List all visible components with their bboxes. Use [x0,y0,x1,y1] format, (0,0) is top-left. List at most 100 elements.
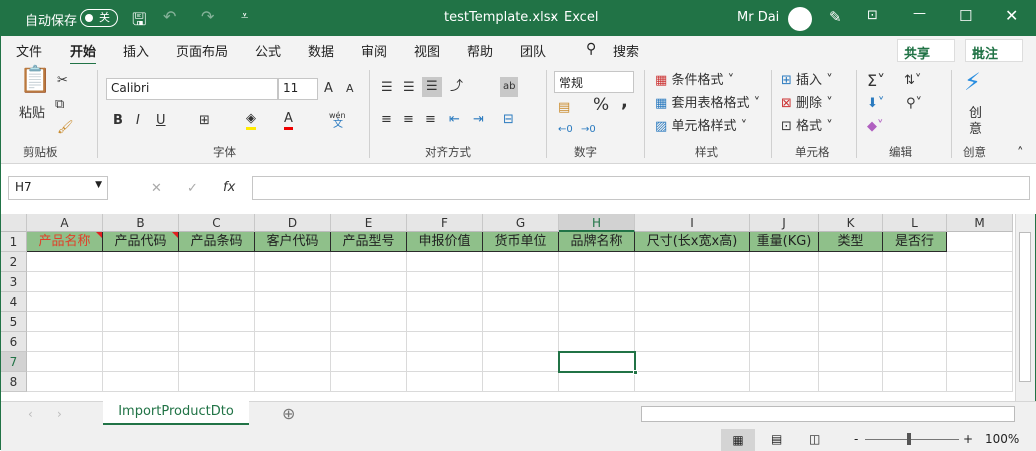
cell[interactable] [635,372,750,392]
name-box[interactable]: H7 ▼ [8,176,108,200]
orientation-icon[interactable]: ⤴ [450,79,463,95]
decrease-indent-icon[interactable]: ⇤ [449,112,460,128]
cancel-icon[interactable]: ✕ [151,181,162,197]
cell[interactable] [27,352,103,372]
cell[interactable] [103,252,179,272]
cell[interactable] [883,372,947,392]
cell[interactable] [407,372,483,392]
row-header[interactable]: 2 [1,252,27,272]
cell[interactable] [27,252,103,272]
page-break-view-icon[interactable]: ◫ [809,432,820,446]
paste-icon[interactable]: 📋 [19,67,51,93]
zoom-slider-thumb[interactable] [907,433,911,445]
cell[interactable] [331,332,407,352]
column-header[interactable]: M [947,214,1013,232]
cell[interactable] [883,292,947,312]
column-header[interactable]: K [819,214,883,232]
add-sheet-icon[interactable]: ⊕ [282,404,295,423]
clear-icon[interactable]: ◆˅ [867,119,884,135]
header-cell[interactable]: 产品名称 [27,232,103,252]
share-button[interactable]: ⇪ 共享 [897,39,955,62]
cell[interactable] [27,372,103,392]
accounting-format-icon[interactable]: ▤ [558,100,570,116]
comment-indicator-icon[interactable] [172,232,178,238]
cell[interactable] [407,312,483,332]
cell[interactable] [255,272,331,292]
header-cell[interactable]: 类型 [819,232,883,252]
cell[interactable] [407,352,483,372]
cell[interactable] [750,352,819,372]
search-label[interactable]: 搜索 [613,41,639,60]
header-cell[interactable]: 产品型号 [331,232,407,252]
cell[interactable] [883,332,947,352]
cell[interactable] [883,272,947,292]
horizontal-scrollbar[interactable] [641,406,1015,422]
fill-color-icon[interactable]: ◈ [246,111,256,130]
cell[interactable] [819,352,883,372]
header-cell[interactable]: 产品条码 [179,232,255,252]
header-cell[interactable]: 尺寸(长x宽x高) [635,232,750,252]
cell[interactable] [407,252,483,272]
zoom-out-button[interactable]: - [854,432,858,446]
cell[interactable] [255,372,331,392]
sheet-tab-importproductdto[interactable]: ImportProductDto [103,401,249,425]
row-header[interactable]: 4 [1,292,27,312]
cell[interactable] [179,252,255,272]
percent-button[interactable]: % [593,97,609,114]
cell[interactable] [819,252,883,272]
cell[interactable] [635,352,750,372]
cell[interactable] [103,332,179,352]
ribbon-display-icon[interactable]: ⊡ [867,8,878,23]
customize-qat-icon[interactable]: ⩡ [241,9,248,24]
increase-decimal-icon[interactable]: ←0 [558,122,573,138]
header-cell[interactable]: 产品代码 [103,232,179,252]
fill-icon[interactable]: ⬇˅ [867,96,884,112]
cell[interactable] [483,332,559,352]
font-size-select[interactable]: 11 [278,78,318,100]
column-header[interactable]: G [483,214,559,232]
header-cell[interactable]: 申报价值 [407,232,483,252]
shrink-font-button[interactable]: A [346,81,354,97]
column-header[interactable]: I [635,214,750,232]
cell[interactable] [255,332,331,352]
font-name-select[interactable]: Calibri [106,78,278,100]
column-header[interactable]: J [750,214,819,232]
enter-icon[interactable]: ✓ [187,181,198,197]
cell[interactable] [179,292,255,312]
collapse-ribbon-icon[interactable]: ˄ [1017,146,1024,162]
cell[interactable] [483,352,559,372]
close-button[interactable]: ✕ [1005,6,1018,25]
cell[interactable] [819,372,883,392]
cell[interactable] [883,312,947,332]
tab-data[interactable]: 数据 [308,41,334,60]
column-header[interactable]: H [559,214,635,232]
align-top-icon[interactable]: ☰ [381,80,393,96]
selected-cell-h7[interactable] [558,351,638,375]
align-right-icon[interactable]: ≡ [425,112,436,128]
grow-font-button[interactable]: A [324,81,333,97]
wrap-text-icon[interactable]: ab [500,77,519,97]
tab-home[interactable]: 开始 [70,41,97,66]
comment-button[interactable]: ▭ 批注 [965,39,1023,62]
cell[interactable] [635,272,750,292]
sort-filter-icon[interactable]: ⇅˅ [904,73,921,89]
cell[interactable] [750,312,819,332]
cell[interactable] [483,372,559,392]
cell[interactable] [750,252,819,272]
conditional-format-button[interactable]: ▦ 条件格式 ˅ [655,73,734,89]
redo-icon[interactable]: ↷ [201,7,214,26]
cell[interactable] [635,252,750,272]
row-header[interactable]: 8 [1,372,27,392]
zoom-slider[interactable] [865,439,959,440]
cell[interactable] [483,312,559,332]
column-header[interactable]: B [103,214,179,232]
cell[interactable] [103,372,179,392]
cell[interactable] [483,292,559,312]
maximize-button[interactable]: ☐ [959,7,972,25]
cell[interactable] [331,252,407,272]
row-header[interactable]: 6 [1,332,27,352]
header-cell[interactable]: 重量(KG) [750,232,819,252]
font-color-button[interactable]: A [284,111,293,130]
cell[interactable] [947,252,1013,272]
cell[interactable] [103,272,179,292]
